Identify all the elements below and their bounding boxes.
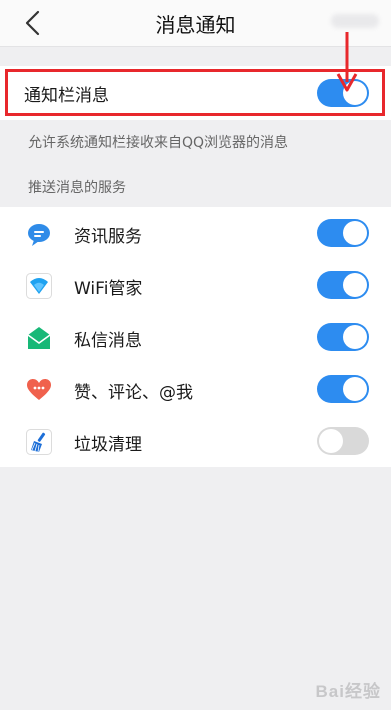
service-item-likes-comments[interactable]: 赞、评论、@我 bbox=[0, 363, 391, 415]
service-label: 赞、评论、@我 bbox=[74, 383, 193, 403]
toggle-knob bbox=[343, 221, 367, 245]
notification-bar-label: 通知栏消息 bbox=[24, 86, 109, 106]
notification-bar-row[interactable]: 通知栏消息 bbox=[0, 66, 391, 120]
toggle-knob bbox=[343, 377, 367, 401]
heart-icon bbox=[27, 379, 51, 400]
toggle-knob bbox=[319, 429, 343, 453]
envelope-icon bbox=[27, 327, 51, 349]
service-label: WiFi管家 bbox=[74, 279, 143, 299]
watermark-logo: Bai经验 bbox=[315, 682, 381, 701]
broom-icon bbox=[26, 429, 52, 455]
toggle-knob bbox=[343, 325, 367, 349]
service-toggle-private-message[interactable] bbox=[317, 323, 369, 351]
service-toggle-likes-comments[interactable] bbox=[317, 375, 369, 403]
service-toggle-news[interactable] bbox=[317, 219, 369, 247]
chat-bubble-icon bbox=[28, 224, 50, 246]
notification-description: 允许系统通知栏接收来自QQ浏览器的消息 bbox=[28, 135, 289, 151]
toggle-knob bbox=[343, 273, 367, 297]
service-label: 私信消息 bbox=[74, 331, 142, 351]
service-toggle-wifi[interactable] bbox=[317, 271, 369, 299]
service-item-wifi[interactable]: WiFi管家 bbox=[0, 259, 391, 311]
wifi-icon bbox=[26, 273, 52, 299]
nav-bar: 消息通知 bbox=[0, 0, 391, 47]
services-list: 资讯服务 WiFi管家 私信消息 赞、评论、@我 垃圾清理 bbox=[0, 207, 391, 467]
service-item-junk-cleanup[interactable]: 垃圾清理 bbox=[0, 415, 391, 467]
service-label: 垃圾清理 bbox=[74, 435, 142, 455]
nav-blurred-area bbox=[331, 14, 379, 28]
service-toggle-junk-cleanup[interactable] bbox=[317, 427, 369, 455]
red-arrow-annotation bbox=[336, 32, 358, 92]
service-item-private-message[interactable]: 私信消息 bbox=[0, 311, 391, 363]
service-label: 资讯服务 bbox=[74, 227, 142, 247]
section-header-push-services: 推送消息的服务 bbox=[28, 180, 126, 196]
service-item-news[interactable]: 资讯服务 bbox=[0, 207, 391, 259]
